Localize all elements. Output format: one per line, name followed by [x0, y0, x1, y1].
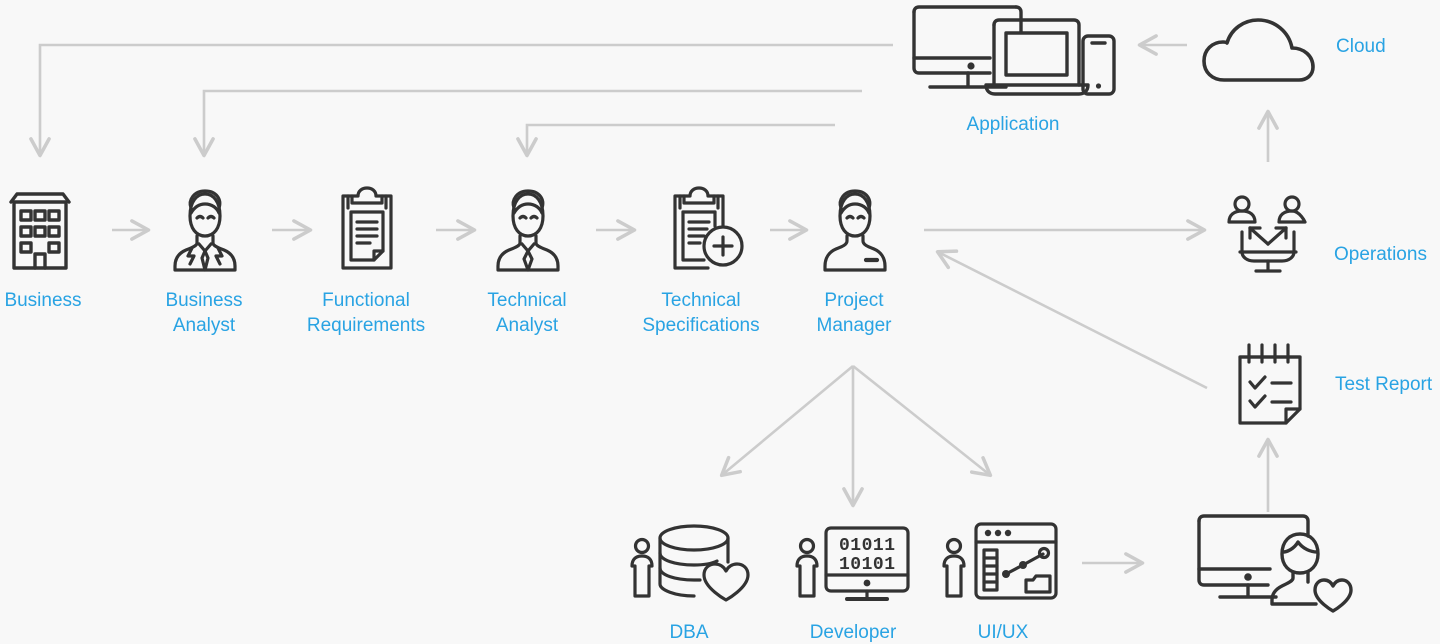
node-label-business: Business: [4, 290, 82, 311]
business-analyst-icon: [166, 186, 244, 274]
arrow-pm-to-uiux: [852, 364, 993, 478]
node-label-business-analyst: Business Analyst: [165, 290, 243, 336]
arrow-pm-to-dba: [719, 365, 854, 478]
feedback-application-to-business: [29, 43, 893, 158]
dba-icon: [626, 518, 752, 606]
node-label-functional-requirements: Functional Requirements: [306, 290, 426, 336]
technical-analyst-icon: [489, 186, 567, 274]
project-manager-icon: [816, 186, 894, 274]
node-label-project-manager: Project Manager: [816, 290, 892, 336]
feedback-pm-to-business-analyst: [193, 89, 862, 158]
office-building-icon: [8, 188, 72, 272]
tester-icon: [1190, 508, 1360, 618]
node-label-dba: DBA: [669, 622, 709, 643]
clipboard-icon: [334, 186, 400, 274]
svg-text:10101: 10101: [839, 555, 896, 575]
node-label-technical-analyst: Technical Analyst: [487, 290, 567, 336]
node-label-application: Application: [966, 114, 1060, 135]
uiux-icon: [940, 518, 1060, 606]
node-label-cloud: Cloud: [1336, 36, 1386, 57]
node-label-operations: Operations: [1334, 244, 1427, 265]
arrow-test-report-to-pm: [935, 249, 1208, 390]
node-label-uiux: UI/UX: [977, 622, 1029, 643]
node-label-test-report: Test Report: [1335, 374, 1433, 395]
node-label-developer: Developer: [809, 622, 897, 643]
clipboard-plus-icon: [666, 186, 746, 274]
diagram-canvas: 01011 10101 Business Business Analyst Fu…: [0, 0, 1440, 644]
feedback-pm-to-technical-analyst: [516, 123, 835, 158]
operations-icon: [1222, 194, 1314, 278]
devices-icon: [908, 2, 1120, 100]
cloud-icon: [1200, 16, 1326, 88]
test-report-icon: [1232, 341, 1310, 429]
svg-text:01011: 01011: [839, 536, 896, 556]
node-label-technical-specifications: Technical Specifications: [642, 290, 760, 336]
developer-icon: 01011 10101: [793, 518, 913, 606]
